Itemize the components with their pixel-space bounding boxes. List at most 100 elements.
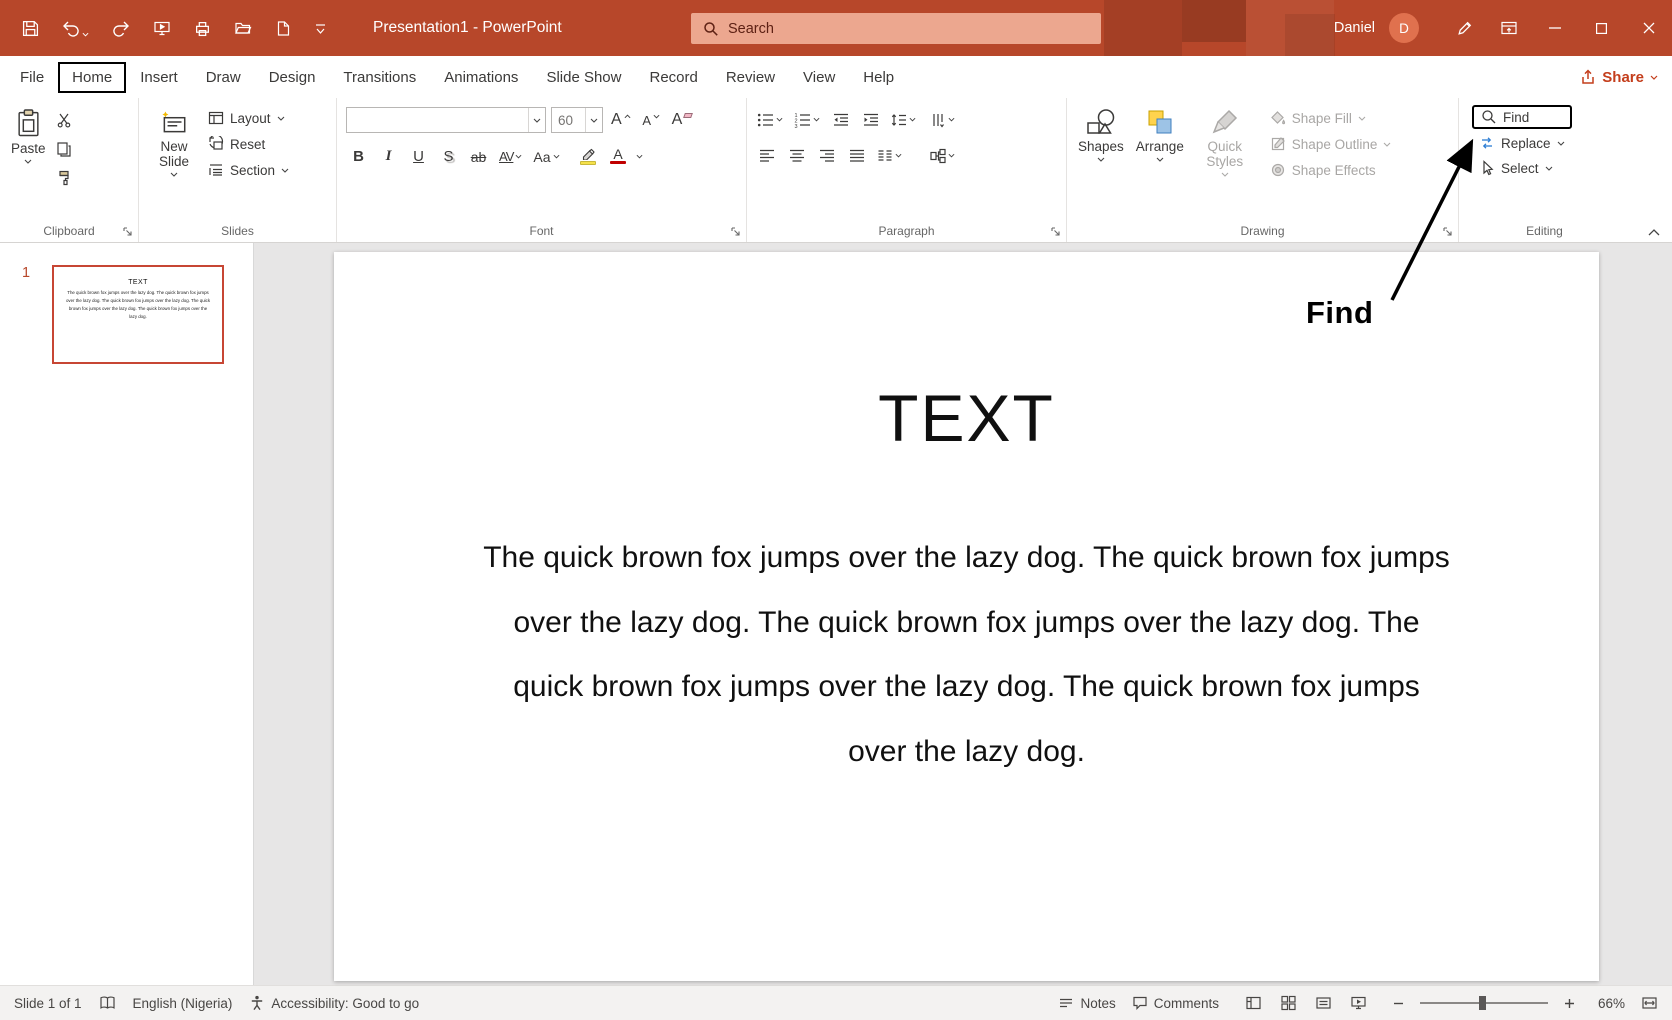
slide-sorter-view-button[interactable]: [1280, 995, 1297, 1011]
minimize-button[interactable]: [1531, 0, 1578, 56]
redo-button[interactable]: [112, 20, 130, 37]
clear-formatting-button[interactable]: A: [669, 108, 696, 133]
line-spacing-button[interactable]: [888, 107, 919, 132]
shape-effects-button[interactable]: Shape Effects: [1266, 159, 1396, 181]
align-center-button[interactable]: [784, 143, 809, 168]
text-highlight-button[interactable]: [576, 144, 601, 169]
font-size-combo[interactable]: 60: [551, 107, 603, 133]
zoom-slider[interactable]: [1420, 996, 1548, 1010]
normal-view-button[interactable]: [1245, 995, 1262, 1011]
format-painter-button[interactable]: [52, 165, 77, 190]
accessibility-button[interactable]: Accessibility: Good to go: [249, 995, 419, 1011]
ribbon-tab-bar: File Home Insert Draw Design Transitions…: [0, 56, 1672, 98]
slide-title[interactable]: TEXT: [334, 252, 1599, 456]
font-name-dropdown[interactable]: [528, 108, 545, 132]
convert-to-smartart-button[interactable]: [927, 143, 958, 168]
slide-thumbnail[interactable]: TEXT The quick brown fox jumps over the …: [52, 265, 224, 364]
shapes-button[interactable]: Shapes: [1072, 105, 1130, 165]
undo-button[interactable]: [62, 20, 89, 37]
shape-fill-button[interactable]: Shape Fill: [1266, 107, 1396, 129]
underline-button[interactable]: U: [406, 144, 431, 169]
section-label: Section: [230, 162, 276, 178]
search-bar[interactable]: [691, 13, 1101, 44]
tab-slide-show[interactable]: Slide Show: [532, 62, 635, 93]
slide-body-text[interactable]: The quick brown fox jumps over the lazy …: [334, 526, 1599, 784]
zoom-out-button[interactable]: [1393, 998, 1404, 1009]
quick-styles-button[interactable]: Quick Styles: [1190, 105, 1260, 180]
columns-button[interactable]: [874, 143, 905, 168]
tab-draw[interactable]: Draw: [192, 62, 255, 93]
font-name-combo[interactable]: [346, 107, 546, 133]
reset-button[interactable]: Reset: [204, 133, 293, 155]
cut-button[interactable]: [52, 107, 77, 132]
customize-qat-button[interactable]: [314, 22, 327, 35]
grow-font-button[interactable]: A: [608, 108, 634, 133]
select-button[interactable]: Select: [1472, 157, 1572, 179]
tab-file[interactable]: File: [6, 62, 58, 93]
user-name[interactable]: Daniel: [1334, 20, 1375, 36]
tab-animations[interactable]: Animations: [430, 62, 532, 93]
text-shadow-button[interactable]: S: [436, 144, 461, 169]
align-right-button[interactable]: [814, 143, 839, 168]
avatar[interactable]: D: [1389, 13, 1419, 43]
shrink-font-button[interactable]: A: [639, 108, 664, 133]
start-slideshow-button[interactable]: [153, 20, 171, 37]
tab-review[interactable]: Review: [712, 62, 789, 93]
new-slide-button[interactable]: New Slide: [144, 105, 204, 180]
new-file-button[interactable]: [275, 20, 291, 37]
spell-check-button[interactable]: [99, 995, 116, 1011]
slide[interactable]: TEXT The quick brown fox jumps over the …: [334, 252, 1599, 981]
increase-indent-button[interactable]: [858, 107, 883, 132]
open-file-button[interactable]: [234, 20, 252, 36]
search-input[interactable]: [728, 20, 1028, 37]
tab-insert[interactable]: Insert: [126, 62, 192, 93]
font-size-dropdown[interactable]: [585, 108, 602, 132]
tab-record[interactable]: Record: [635, 62, 711, 93]
character-spacing-button[interactable]: AV: [496, 144, 525, 169]
layout-button[interactable]: Layout: [204, 107, 293, 129]
tab-view[interactable]: View: [789, 62, 849, 93]
tab-help[interactable]: Help: [849, 62, 908, 93]
save-button[interactable]: [22, 20, 39, 37]
italic-button[interactable]: I: [376, 144, 401, 169]
decrease-indent-button[interactable]: [828, 107, 853, 132]
fit-slide-button[interactable]: [1641, 995, 1658, 1011]
text-direction-button[interactable]: [927, 107, 958, 132]
tab-design[interactable]: Design: [255, 62, 330, 93]
customize-toolbar-icon: [316, 23, 325, 34]
arrange-button[interactable]: Arrange: [1130, 105, 1190, 165]
collapse-ribbon-button[interactable]: [1648, 229, 1660, 236]
close-button[interactable]: [1625, 0, 1672, 56]
maximize-button[interactable]: [1578, 0, 1625, 56]
notes-button[interactable]: Notes: [1058, 996, 1116, 1011]
tab-transitions[interactable]: Transitions: [329, 62, 430, 93]
numbering-button[interactable]: 123: [791, 107, 823, 132]
font-color-button[interactable]: A: [606, 144, 631, 169]
share-button[interactable]: Share: [1580, 69, 1658, 86]
comments-button[interactable]: Comments: [1132, 995, 1219, 1011]
bold-button[interactable]: B: [346, 144, 371, 169]
language-indicator[interactable]: English (Nigeria): [133, 996, 233, 1011]
change-case-letters: Aa: [533, 148, 551, 165]
change-case-button[interactable]: Aa: [530, 144, 562, 169]
slideshow-view-button[interactable]: [1350, 995, 1367, 1011]
replace-button[interactable]: Replace: [1472, 132, 1572, 154]
paste-button[interactable]: Paste: [5, 105, 52, 167]
zoom-slider-handle[interactable]: [1478, 996, 1486, 1010]
strikethrough-button[interactable]: ab: [466, 144, 491, 169]
quick-print-button[interactable]: [194, 20, 211, 37]
find-button[interactable]: Find: [1472, 105, 1572, 129]
slide-indicator[interactable]: Slide 1 of 1: [14, 996, 82, 1011]
align-left-button[interactable]: [754, 143, 779, 168]
tab-home[interactable]: Home: [58, 61, 127, 93]
copy-button[interactable]: [52, 136, 77, 161]
bullets-button[interactable]: [754, 107, 786, 132]
inking-button[interactable]: [1443, 0, 1487, 56]
justify-button[interactable]: [844, 143, 869, 168]
ribbon-display-options-button[interactable]: [1487, 0, 1531, 56]
shape-outline-button[interactable]: Shape Outline: [1266, 133, 1396, 155]
zoom-level[interactable]: 66%: [1591, 996, 1625, 1011]
section-button[interactable]: Section: [204, 159, 293, 181]
zoom-in-button[interactable]: [1564, 998, 1575, 1009]
reading-view-button[interactable]: [1315, 995, 1332, 1011]
